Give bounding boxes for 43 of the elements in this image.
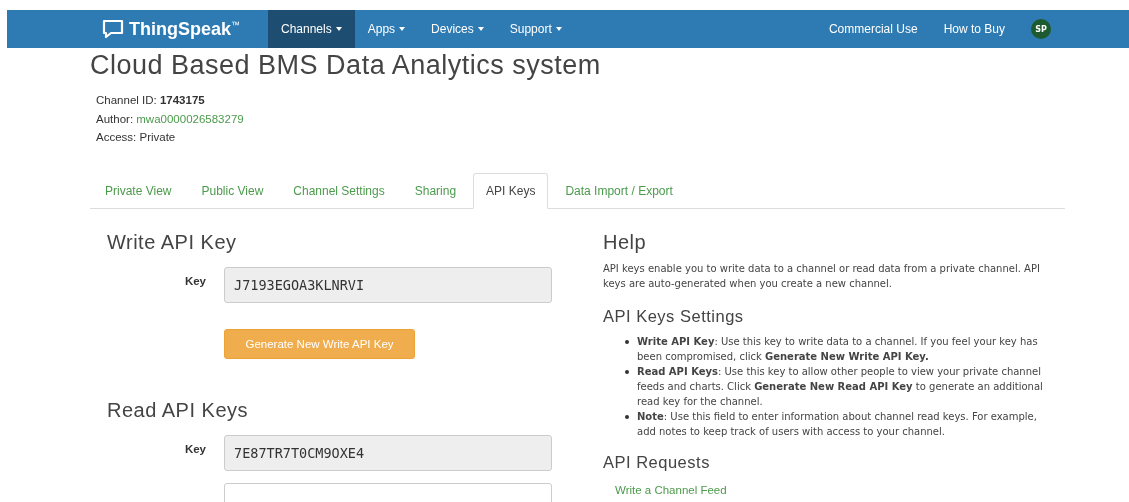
meta-label: Access: <box>96 131 137 143</box>
caret-icon <box>477 27 484 31</box>
channel-title: Cloud Based BMS Data Analytics system <box>90 50 602 81</box>
tab[interactable]: Channel Settings <box>280 172 398 209</box>
tab[interactable]: Public View <box>188 172 277 209</box>
access-value: Private <box>139 131 176 143</box>
bullet-icon <box>625 369 629 374</box>
meta-label: Channel ID: <box>96 94 157 106</box>
tab[interactable]: API Keys <box>473 172 549 209</box>
tab[interactable]: Private View <box>92 172 185 209</box>
caret-icon <box>335 27 342 31</box>
tab[interactable]: Data Import / Export <box>552 172 686 209</box>
help-item: Read API Keys: Use this key to allow other people to view your private channel feeds and charts. Click Generate New Read API Key to generate an additional read key for the channel. <box>637 364 1043 409</box>
help-item: Note: Use this field to enter information about channel read keys. For example, add notes to keep track of users with access to your channel. <box>637 409 1038 439</box>
nav-menu[interactable]: Apps <box>354 10 419 48</box>
channel-id: 1743175 <box>159 94 205 106</box>
user-avatar[interactable]: SP <box>1031 19 1051 39</box>
meta-label: Author: <box>96 112 134 125</box>
caret-icon <box>555 27 562 31</box>
nav-link[interactable]: Commercial Use <box>828 22 918 36</box>
nav-menu[interactable]: Devices <box>418 10 497 48</box>
input-field[interactable]: 7E87TR7T0CM9OXE4 <box>224 434 552 471</box>
brand-logo[interactable]: ThingSpeak$^{™}$ <box>129 18 240 40</box>
field-label: Key <box>183 441 207 455</box>
tab[interactable]: Sharing <box>401 172 470 209</box>
nav-menu[interactable]: Channels <box>268 10 355 48</box>
request-link[interactable]: Write a Channel Feed <box>615 483 1065 496</box>
section-heading: Read API Keys <box>107 398 250 423</box>
bullet-icon <box>625 339 629 344</box>
section-heading: API Requests <box>603 452 711 472</box>
section-heading: API Keys Settings <box>603 306 745 326</box>
caret-icon <box>399 27 406 31</box>
nav-menu[interactable]: Support <box>496 10 575 48</box>
speech-bubble-icon <box>102 19 124 39</box>
bullet-icon <box>625 414 629 419</box>
section-heading: Write API Key <box>107 230 238 255</box>
nav-link[interactable]: How to Buy <box>943 22 1005 36</box>
field-label: Key <box>183 273 207 287</box>
input-field[interactable]: J7193EGOA3KLNRVI <box>224 266 552 303</box>
help-item: Write API Key: Use this key to write data to a channel. If you feel your key has been compromised, click Generate New Write API Key. <box>637 334 1039 364</box>
author-link[interactable]: mwa0000026583279 <box>136 112 244 125</box>
help-text: API keys enable you to write data to a channel or read data from a private channel. API keys are auto-generated when you create a new channel. <box>603 261 1041 291</box>
help-heading: Help <box>603 230 648 255</box>
